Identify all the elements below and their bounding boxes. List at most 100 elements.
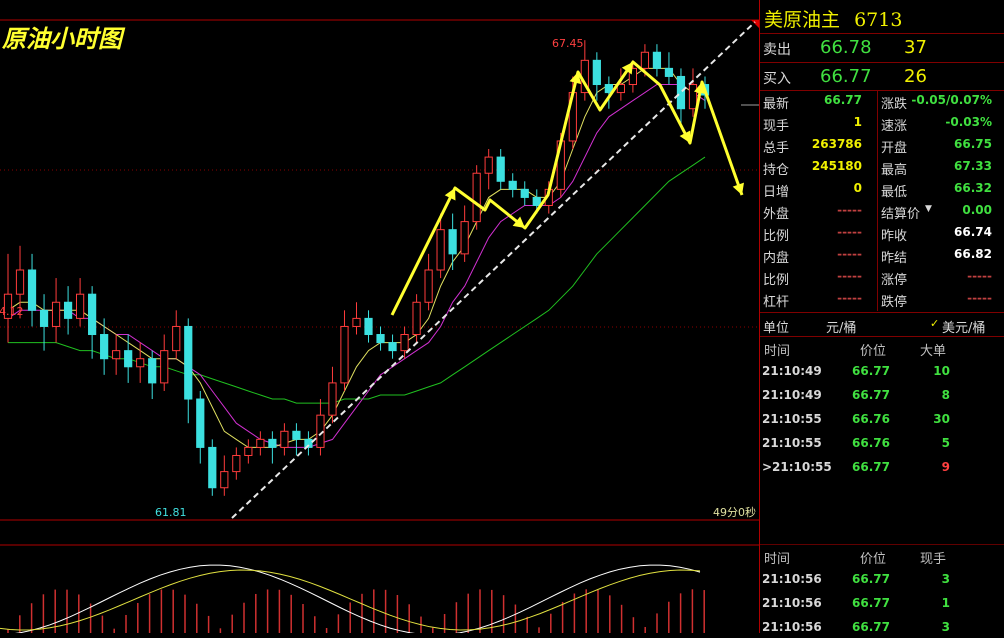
candle-body[interactable] bbox=[388, 342, 397, 352]
quote-label: 速涨 bbox=[881, 119, 908, 134]
candle-body[interactable] bbox=[460, 221, 469, 255]
unit-row[interactable]: 单位 元/桶 ✓ 美元/桶 bbox=[760, 314, 1004, 336]
table-row[interactable]: >21:10:55 66.77 9 bbox=[760, 458, 1004, 478]
trade-volume: 30 bbox=[933, 412, 950, 426]
candle-body[interactable] bbox=[256, 438, 265, 448]
candle-body[interactable] bbox=[51, 301, 61, 327]
candle-body[interactable] bbox=[472, 172, 481, 223]
quote-value: 66.75 bbox=[954, 137, 992, 151]
candle-body[interactable] bbox=[244, 446, 253, 456]
table-row[interactable]: 21:10:49 66.77 8 bbox=[760, 386, 1004, 406]
ask-label: 卖出 bbox=[763, 42, 791, 58]
trade-volume: 1 bbox=[941, 596, 950, 610]
candle-body[interactable] bbox=[688, 84, 698, 110]
quote-value: 0.00 bbox=[962, 203, 992, 217]
ma-short-line bbox=[7, 67, 705, 448]
quote-value: 66.77 bbox=[824, 93, 862, 107]
ask-volume: 37 bbox=[904, 37, 927, 58]
trade-price: 66.77 bbox=[852, 460, 890, 474]
candle-body[interactable] bbox=[280, 430, 289, 448]
candle-body[interactable] bbox=[184, 325, 193, 400]
quote-label: 现手 bbox=[763, 119, 790, 134]
table-row[interactable]: 21:10:56 66.77 1 bbox=[760, 594, 1004, 614]
divider bbox=[760, 544, 1004, 545]
candle-body[interactable] bbox=[160, 350, 169, 384]
trade-price: 66.76 bbox=[852, 412, 890, 426]
candle-body[interactable] bbox=[15, 269, 25, 295]
candle-body[interactable] bbox=[88, 293, 97, 336]
trade-volume: 10 bbox=[933, 364, 950, 378]
column-header: 现手 bbox=[920, 552, 947, 567]
bid-volume: 26 bbox=[904, 66, 927, 87]
candle-body[interactable] bbox=[136, 358, 145, 368]
candle-body[interactable] bbox=[39, 309, 49, 327]
quote-label: 总手 bbox=[763, 141, 790, 156]
candle-body[interactable] bbox=[292, 430, 301, 440]
quote-label: 杠杆 bbox=[763, 295, 790, 310]
quote-label: 比例 bbox=[763, 229, 790, 244]
chart-svg[interactable]: 原油小时图 67.45 61.81 64.12 49分0秒 bbox=[0, 0, 759, 633]
quote-label: 比例 bbox=[763, 273, 790, 288]
candle-body[interactable] bbox=[172, 325, 181, 352]
table-row[interactable]: 21:10:55 66.76 30 bbox=[760, 410, 1004, 430]
trade-time: 21:10:49 bbox=[762, 388, 822, 402]
divider bbox=[760, 336, 1004, 337]
ma-mid-line bbox=[7, 84, 706, 448]
quote-value: ----- bbox=[837, 225, 862, 239]
candle-body[interactable] bbox=[124, 350, 133, 368]
candle-body[interactable] bbox=[268, 438, 277, 448]
ask-row[interactable]: 卖出 66.78 37 bbox=[760, 37, 1004, 59]
quote-value: 67.33 bbox=[954, 159, 992, 173]
candle-body[interactable] bbox=[208, 446, 217, 489]
candle-body[interactable] bbox=[27, 269, 37, 311]
candle-body[interactable] bbox=[352, 317, 361, 327]
bid-row[interactable]: 买入 66.77 26 bbox=[760, 66, 1004, 88]
candle-body[interactable] bbox=[75, 293, 85, 319]
candle-body[interactable] bbox=[424, 269, 433, 303]
candle-body[interactable] bbox=[100, 334, 109, 360]
left-price-label: 64.12 bbox=[0, 305, 24, 318]
divider bbox=[877, 91, 878, 311]
candle-body[interactable] bbox=[232, 454, 241, 473]
candle-body[interactable] bbox=[676, 75, 686, 110]
candle-body[interactable] bbox=[640, 51, 650, 69]
table-row[interactable]: 21:10:49 66.77 10 bbox=[760, 362, 1004, 382]
trade-price: 66.77 bbox=[852, 596, 890, 610]
divider bbox=[760, 90, 1004, 91]
candle-body[interactable] bbox=[364, 317, 373, 336]
candle-body[interactable] bbox=[436, 229, 445, 271]
quote-value: ----- bbox=[967, 291, 992, 305]
table-row[interactable]: 21:10:56 66.77 3 bbox=[760, 618, 1004, 638]
table-row[interactable]: 21:10:56 66.77 3 bbox=[760, 570, 1004, 590]
column-header: 时间 bbox=[764, 552, 791, 567]
candle-body[interactable] bbox=[520, 188, 529, 198]
candle-body[interactable] bbox=[592, 59, 601, 86]
candle-body[interactable] bbox=[220, 471, 229, 489]
candle-body[interactable] bbox=[652, 51, 662, 69]
candle-body[interactable] bbox=[448, 229, 457, 255]
quote-value: -0.03% bbox=[945, 115, 992, 129]
candle-body[interactable] bbox=[340, 325, 349, 384]
candle-body[interactable] bbox=[112, 350, 121, 360]
chart-area[interactable]: 原油小时图 67.45 61.81 64.12 49分0秒 bbox=[0, 0, 759, 633]
candle-body[interactable] bbox=[196, 398, 205, 448]
quote-value: ----- bbox=[837, 247, 862, 261]
candle-body[interactable] bbox=[376, 334, 385, 344]
chevron-down-icon[interactable]: ▼ bbox=[925, 204, 932, 214]
quote-label: 昨结 bbox=[881, 251, 908, 266]
candle-body[interactable] bbox=[148, 358, 157, 384]
trades-current: 时间 价位 现手 21:10:56 66.77 3 21:10:56 66.77 1 21:10:… bbox=[760, 546, 1004, 634]
candle-body[interactable] bbox=[496, 156, 505, 182]
candle-body[interactable] bbox=[400, 334, 409, 352]
candle-body[interactable] bbox=[664, 67, 674, 77]
candle-body[interactable] bbox=[484, 156, 493, 174]
candle-body[interactable] bbox=[508, 180, 517, 190]
candle-body[interactable] bbox=[328, 382, 337, 416]
candle-body[interactable] bbox=[412, 301, 421, 336]
candle-body[interactable] bbox=[532, 196, 541, 206]
table-row[interactable]: 21:10:55 66.76 5 bbox=[760, 434, 1004, 454]
candle-body[interactable] bbox=[63, 301, 73, 319]
quote-label: 跌停 bbox=[881, 295, 908, 310]
unit-alt[interactable]: 美元/桶 bbox=[942, 317, 985, 336]
unit-value[interactable]: 元/桶 bbox=[826, 317, 856, 336]
